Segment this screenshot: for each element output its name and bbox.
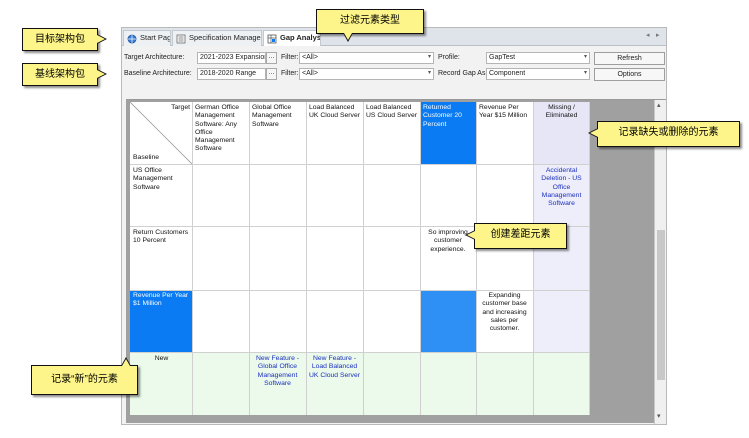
column-header[interactable]: Load Balanced UK Cloud Server xyxy=(309,104,361,121)
baseline-browse-button[interactable]: ... xyxy=(266,68,277,80)
tab-start-page[interactable]: Start Page xyxy=(123,30,171,46)
scroll-up-icon[interactable]: ▴ xyxy=(657,101,661,109)
scroll-down-icon[interactable]: ▾ xyxy=(657,412,661,420)
new-element-cell[interactable]: New Feature - Load Balanced UK Cloud Ser… xyxy=(308,355,361,380)
tab-label: Specification Manager xyxy=(189,33,262,42)
chevron-down-icon: ▾ xyxy=(583,70,587,76)
vertical-scrollbar[interactable]: ▴ ▾ xyxy=(654,100,666,424)
chevron-down-icon: ▾ xyxy=(427,70,431,76)
baseline-architecture-field[interactable]: 2018-2020 Range xyxy=(197,68,266,80)
profile-value: GapTest xyxy=(489,54,516,61)
missing-element-cell[interactable]: Accidental Deletion - US Office Manageme… xyxy=(535,167,588,208)
target-filter-value: <All> xyxy=(302,54,318,61)
profile-select[interactable]: GapTest ▾ xyxy=(486,52,590,64)
gap-analysis-window: Start Page Specification Manager Gap Ana… xyxy=(121,27,667,425)
tab-label: Gap Analysi xyxy=(280,33,321,42)
filter-label: Filter: xyxy=(281,70,299,77)
row-header-new[interactable]: New xyxy=(133,355,190,363)
refresh-button[interactable]: Refresh xyxy=(594,52,665,65)
gap-matrix-icon xyxy=(267,34,277,44)
callout-baseline-package: 基线架构包 xyxy=(22,63,107,86)
chevron-down-icon: ▾ xyxy=(427,54,431,60)
row-header-selected[interactable]: Revenue Per Year $1 Million xyxy=(133,292,190,309)
profile-label: Profile: xyxy=(438,54,460,61)
gap-matrix-grid: Target Baseline German Office Management… xyxy=(130,102,590,415)
filter-label: Filter: xyxy=(281,54,299,61)
tab-scroll-right-icon[interactable]: ▸ xyxy=(656,31,660,39)
tab-gap-analysis[interactable]: Gap Analysi xyxy=(263,30,321,46)
new-element-cell[interactable]: New Feature - Global Office Management S… xyxy=(251,355,304,388)
row-header[interactable]: US Office Management Software xyxy=(133,167,190,192)
column-header[interactable]: Revenue Per Year $15 Million xyxy=(479,104,531,121)
record-gap-as-label: Record Gap As: xyxy=(438,70,488,77)
tab-specification-manager[interactable]: Specification Manager xyxy=(172,30,262,46)
target-architecture-label: Target Architecture: xyxy=(124,54,185,61)
baseline-architecture-label: Baseline Architecture: xyxy=(124,70,192,77)
callout-record-new: 记录“新”的元素 xyxy=(31,357,138,395)
row-header[interactable]: Return Customers 10 Percent xyxy=(133,229,190,246)
baseline-filter-value: <All> xyxy=(302,70,318,77)
column-header[interactable]: Global Office Management Software xyxy=(252,104,304,129)
corner-baseline-label: Baseline xyxy=(133,154,160,161)
column-header[interactable]: Load Balanced US Cloud Server xyxy=(366,104,418,121)
column-header-selected[interactable]: Returned Customer 20 Percent xyxy=(423,104,474,129)
chevron-down-icon: ▾ xyxy=(583,54,587,60)
tab-scroll-left-icon[interactable]: ◂ xyxy=(646,31,650,39)
record-gap-as-value: Component xyxy=(489,70,526,77)
gap-element-cell[interactable]: Expanding customer base and increasing s… xyxy=(478,292,531,333)
gap-matrix-area: Target Baseline German Office Management… xyxy=(126,99,666,424)
corner-target-label: Target xyxy=(171,104,190,111)
callout-create-gap: 创建差距元素 xyxy=(465,223,567,249)
options-button[interactable]: Options xyxy=(594,68,665,81)
callout-record-missing: 记录缺失或删除的元素 xyxy=(588,121,740,147)
record-gap-as-select[interactable]: Component ▾ xyxy=(486,68,590,80)
baseline-filter-select[interactable]: <All> ▾ xyxy=(299,68,434,80)
gap-cell-selected[interactable] xyxy=(420,290,476,352)
scroll-thumb[interactable] xyxy=(657,230,665,380)
missing-eliminated-header[interactable]: Missing / Eliminated xyxy=(535,104,588,121)
target-filter-select[interactable]: <All> ▾ xyxy=(299,52,434,64)
callout-target-package: 目标架构包 xyxy=(22,28,107,51)
target-architecture-field[interactable]: 2021-2023 Expansion xyxy=(197,52,266,64)
tab-label: Start Page xyxy=(140,33,171,42)
callout-filter-element-type: 过滤元素类型 xyxy=(316,9,424,42)
globe-icon xyxy=(127,34,137,44)
target-browse-button[interactable]: ... xyxy=(266,52,277,64)
column-header[interactable]: German Office Management Software: Any O… xyxy=(195,104,247,154)
spec-icon xyxy=(176,34,186,44)
